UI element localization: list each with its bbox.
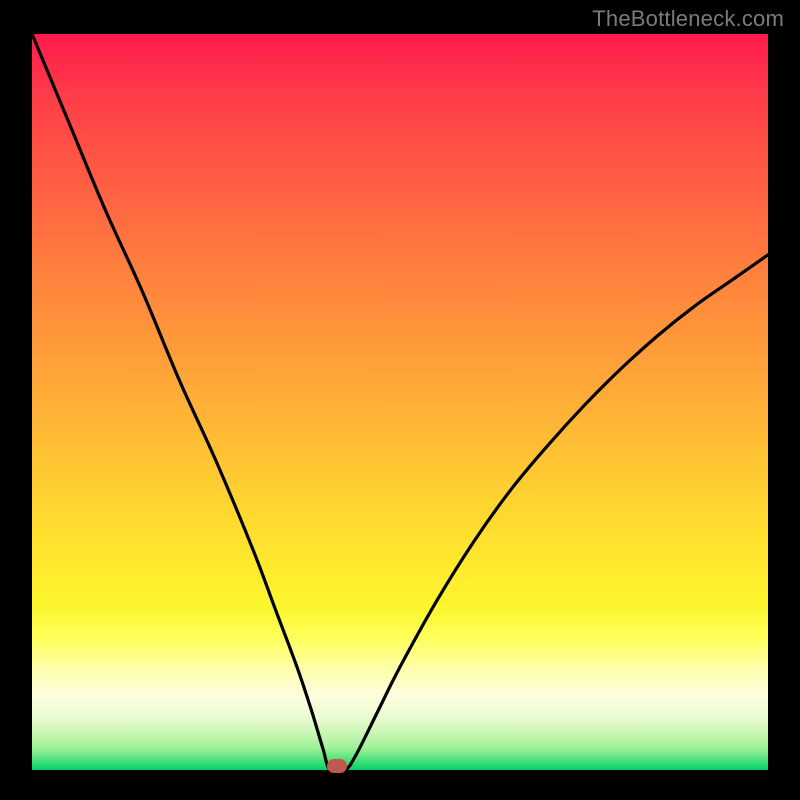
chart-frame: TheBottleneck.com [0, 0, 800, 800]
watermark-text: TheBottleneck.com [592, 6, 784, 32]
optimum-marker [327, 759, 347, 773]
plot-area [32, 34, 768, 770]
bottleneck-curve [32, 34, 768, 770]
